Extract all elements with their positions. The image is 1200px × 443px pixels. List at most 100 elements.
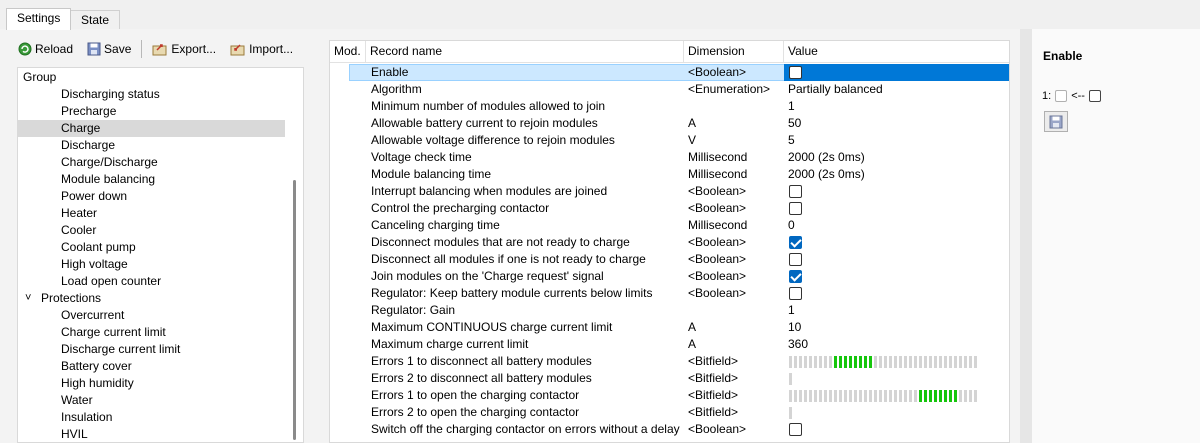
column-header-record-name[interactable]: Record name (366, 41, 684, 63)
table-row[interactable]: Allowable voltage difference to rejoin m… (330, 132, 1009, 149)
table-row[interactable]: Disconnect modules that are not ready to… (330, 234, 1009, 251)
table-row[interactable]: Control the precharging contactor <Boolea… (330, 200, 1009, 217)
column-header-mod[interactable]: Mod. (330, 41, 366, 63)
record-name: Regulator: Gain (371, 303, 456, 317)
group-item[interactable]: Insulation (18, 409, 285, 426)
group-item[interactable]: Load open counter (18, 273, 285, 290)
group-item[interactable]: High humidity (18, 375, 285, 392)
bit-cell (929, 390, 932, 402)
bit-cell (959, 390, 962, 402)
group-item[interactable]: Charge (18, 120, 285, 137)
reload-button[interactable]: Reload (14, 39, 77, 59)
group-item[interactable]: Charge/Discharge (18, 154, 285, 171)
record-value[interactable]: 5 (788, 132, 795, 149)
group-item[interactable]: Discharge current limit (18, 341, 285, 358)
group-item[interactable]: Overcurrent (18, 307, 285, 324)
group-item[interactable]: Discharging status (18, 86, 285, 103)
tab-settings[interactable]: Settings (6, 8, 72, 30)
record-value[interactable]: 10 (788, 319, 801, 336)
export-button[interactable]: Export... (148, 39, 220, 59)
value-checkbox[interactable] (789, 423, 802, 436)
group-tree-scrollbar[interactable] (287, 68, 303, 442)
table-row[interactable]: Allowable battery current to rejoin modu… (330, 115, 1009, 132)
value-checkbox[interactable] (789, 202, 802, 215)
table-row[interactable]: Minimum number of modules allowed to joi… (330, 98, 1009, 115)
group-item[interactable]: Water (18, 392, 285, 409)
bit-cell (809, 390, 812, 402)
table-row[interactable]: Disconnect all modules if one is not rea… (330, 251, 1009, 268)
bit-cell (964, 356, 967, 368)
record-value[interactable]: 360 (788, 336, 808, 353)
value-checkbox[interactable] (789, 287, 802, 300)
table-row[interactable]: Canceling charging time Millisecond 0 (330, 217, 1009, 234)
column-header-dimension[interactable]: Dimension (684, 41, 784, 63)
bit-cell (919, 390, 922, 402)
bit-cell (789, 356, 792, 368)
record-value[interactable]: 2000 (2s 0ms) (788, 149, 865, 166)
group-item[interactable]: Discharge (18, 137, 285, 154)
value-checkbox[interactable] (789, 66, 802, 79)
record-value[interactable]: 0 (788, 217, 795, 234)
save-button[interactable]: Save (83, 39, 135, 59)
group-item[interactable]: Heater (18, 205, 285, 222)
table-row[interactable]: Errors 2 to disconnect all battery modul… (330, 370, 1009, 387)
table-row[interactable]: Join modules on the 'Charge request' sig… (330, 268, 1009, 285)
table-row[interactable]: Errors 2 to open the charging contactor <… (330, 404, 1009, 421)
table-row[interactable]: Switch off the charging contactor on err… (330, 421, 1009, 438)
record-value[interactable]: Partially balanced (788, 81, 883, 98)
group-tree[interactable]: Group Discharging status Precharge Charge D… (17, 67, 304, 443)
tab-state[interactable]: State (70, 10, 121, 29)
bit-cell (789, 373, 792, 385)
bit-cell (809, 356, 812, 368)
record-value[interactable]: 2000 (2s 0ms) (788, 166, 865, 183)
bitfield-indicator[interactable] (789, 373, 794, 385)
bit-cell (814, 390, 817, 402)
bit-cell (974, 390, 977, 402)
bit-cell (914, 390, 917, 402)
chevron-down-icon[interactable]: ˅ (25, 290, 31, 307)
group-item[interactable]: HVIL (18, 426, 285, 442)
group-item[interactable]: Power down (18, 188, 285, 205)
value-checkbox[interactable] (789, 253, 802, 266)
record-value[interactable]: 50 (788, 115, 801, 132)
group-item[interactable]: ˅ Protections (18, 290, 285, 307)
column-header-value[interactable]: Value (784, 41, 1009, 63)
bit-cell (869, 390, 872, 402)
pane-splitter[interactable] (1020, 29, 1032, 443)
table-row[interactable]: Errors 1 to open the charging contactor <… (330, 387, 1009, 404)
table-row[interactable]: Regulator: Gain 1 (330, 302, 1009, 319)
detail-save-button[interactable] (1044, 111, 1068, 132)
group-item[interactable]: Module balancing (18, 171, 285, 188)
value-checkbox[interactable] (789, 236, 802, 249)
group-item-label: Load open counter (61, 274, 162, 288)
group-item[interactable]: Coolant pump (18, 239, 285, 256)
table-row[interactable]: Voltage check time Millisecond 2000 (2s 0m… (330, 149, 1009, 166)
bit-cell (954, 390, 957, 402)
value-checkbox[interactable] (789, 270, 802, 283)
bit-cell (884, 390, 887, 402)
table-row[interactable]: Module balancing time Millisecond 2000 (2s… (330, 166, 1009, 183)
group-item[interactable]: Cooler (18, 222, 285, 239)
table-row[interactable]: Maximum charge current limit A 360 (330, 336, 1009, 353)
record-value[interactable]: 1 (788, 302, 795, 319)
bit-cell (799, 390, 802, 402)
scrollbar-thumb[interactable] (293, 180, 296, 440)
bit-cell (939, 356, 942, 368)
table-row[interactable]: Errors 1 to disconnect all battery modul… (330, 353, 1009, 370)
table-row[interactable]: Regulator: Keep battery module currents … (330, 285, 1009, 302)
bitfield-indicator[interactable] (789, 407, 794, 419)
new-value-checkbox[interactable] (1088, 90, 1101, 102)
group-item[interactable]: Battery cover (18, 358, 285, 375)
group-item[interactable]: High voltage (18, 256, 285, 273)
group-item[interactable]: Precharge (18, 103, 285, 120)
import-button[interactable]: Import... (226, 39, 297, 59)
table-row[interactable]: Algorithm <Enumeration> Partially balanced (330, 81, 1009, 98)
bitfield-indicator[interactable] (789, 356, 979, 368)
bitfield-indicator[interactable] (789, 390, 979, 402)
group-item[interactable]: Charge current limit (18, 324, 285, 341)
table-row[interactable]: Interrupt balancing when modules are joi… (330, 183, 1009, 200)
value-checkbox[interactable] (789, 185, 802, 198)
table-row[interactable]: Maximum CONTINUOUS charge current limit A… (330, 319, 1009, 336)
record-value[interactable]: 1 (788, 98, 795, 115)
table-row[interactable]: Enable <Boolean> (330, 64, 1009, 81)
